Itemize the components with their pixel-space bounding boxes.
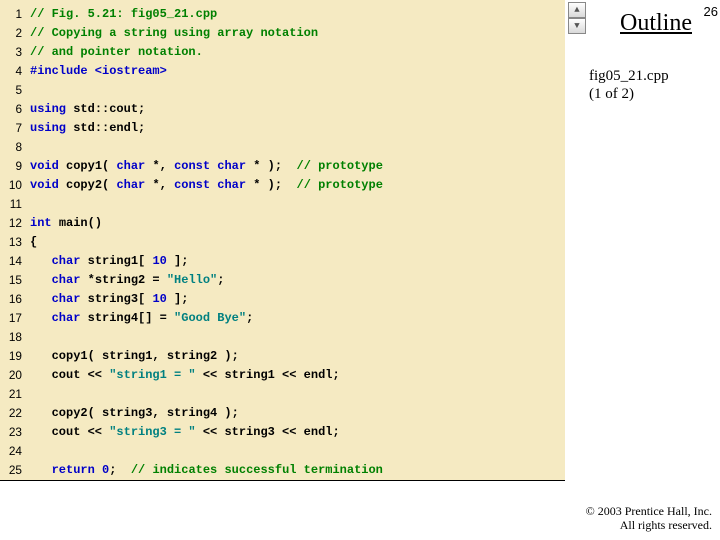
line-number: 18: [2, 328, 22, 347]
code-line: void copy2( char *, const char * ); // p…: [30, 176, 565, 195]
line-number: 7: [2, 119, 22, 138]
line-number: 20: [2, 366, 22, 385]
code-line: char *string2 = "Hello";: [30, 271, 565, 290]
code-line: cout << "string1 = " << string1 << endl;: [30, 366, 565, 385]
line-number: 15: [2, 271, 22, 290]
code-line: return 0; // indicates successful termin…: [30, 461, 565, 480]
copyright-line2: All rights reserved.: [620, 518, 712, 532]
code-line: cout << "string3 = " << string3 << endl;: [30, 423, 565, 442]
line-number: 3: [2, 43, 22, 62]
code-line: // Fig. 5.21: fig05_21.cpp: [30, 5, 565, 24]
code-line: void copy1( char *, const char * ); // p…: [30, 157, 565, 176]
code-line: [30, 195, 565, 214]
line-number: 12: [2, 214, 22, 233]
line-number: 2: [2, 24, 22, 43]
line-number: 24: [2, 442, 22, 461]
line-number: 16: [2, 290, 22, 309]
code-line: char string4[] = "Good Bye";: [30, 309, 565, 328]
line-number: 1: [2, 5, 22, 24]
outline-title: Outline: [620, 10, 692, 37]
code-line: copy1( string1, string2 );: [30, 347, 565, 366]
code-line: [30, 385, 565, 404]
line-number: 4: [2, 62, 22, 81]
line-number: 17: [2, 309, 22, 328]
code-line: using std::endl;: [30, 119, 565, 138]
code-line: [30, 81, 565, 100]
code-line: using std::cout;: [30, 100, 565, 119]
line-number: 13: [2, 233, 22, 252]
line-number: 6: [2, 100, 22, 119]
line-number: 21: [2, 385, 22, 404]
code-column: // Fig. 5.21: fig05_21.cpp// Copying a s…: [24, 0, 565, 480]
outline-page-label: (1 of 2): [589, 86, 634, 103]
line-number: 14: [2, 252, 22, 271]
line-number: 9: [2, 157, 22, 176]
code-line: {: [30, 233, 565, 252]
code-line: // Copying a string using array notation: [30, 24, 565, 43]
line-number: 11: [2, 195, 22, 214]
scroll-up-button[interactable]: ▲: [568, 2, 586, 18]
code-line: [30, 328, 565, 347]
line-number: 22: [2, 404, 22, 423]
code-line: #include <iostream>: [30, 62, 565, 81]
line-number: 10: [2, 176, 22, 195]
line-number: 19: [2, 347, 22, 366]
line-number: 25: [2, 461, 22, 480]
code-line: char string1[ 10 ];: [30, 252, 565, 271]
slide-number: 26: [704, 4, 718, 19]
copyright-line1: © 2003 Prentice Hall, Inc.: [586, 504, 712, 518]
scroll-down-button[interactable]: ▼: [568, 18, 586, 34]
code-line: char string3[ 10 ];: [30, 290, 565, 309]
outline-file-label: fig05_21.cpp: [589, 68, 669, 85]
code-line: [30, 138, 565, 157]
code-line: copy2( string3, string4 );: [30, 404, 565, 423]
line-number-gutter: 1234567891011121314151617181920212223242…: [0, 0, 24, 480]
line-number: 23: [2, 423, 22, 442]
code-pane: 1234567891011121314151617181920212223242…: [0, 0, 565, 481]
code-line: // and pointer notation.: [30, 43, 565, 62]
code-line: int main(): [30, 214, 565, 233]
side-panel: ▲ ▼ Outline 26 fig05_21.cpp (1 of 2): [565, 0, 720, 540]
code-line: [30, 442, 565, 461]
line-number: 5: [2, 81, 22, 100]
line-number: 8: [2, 138, 22, 157]
copyright: © 2003 Prentice Hall, Inc. All rights re…: [586, 504, 712, 532]
